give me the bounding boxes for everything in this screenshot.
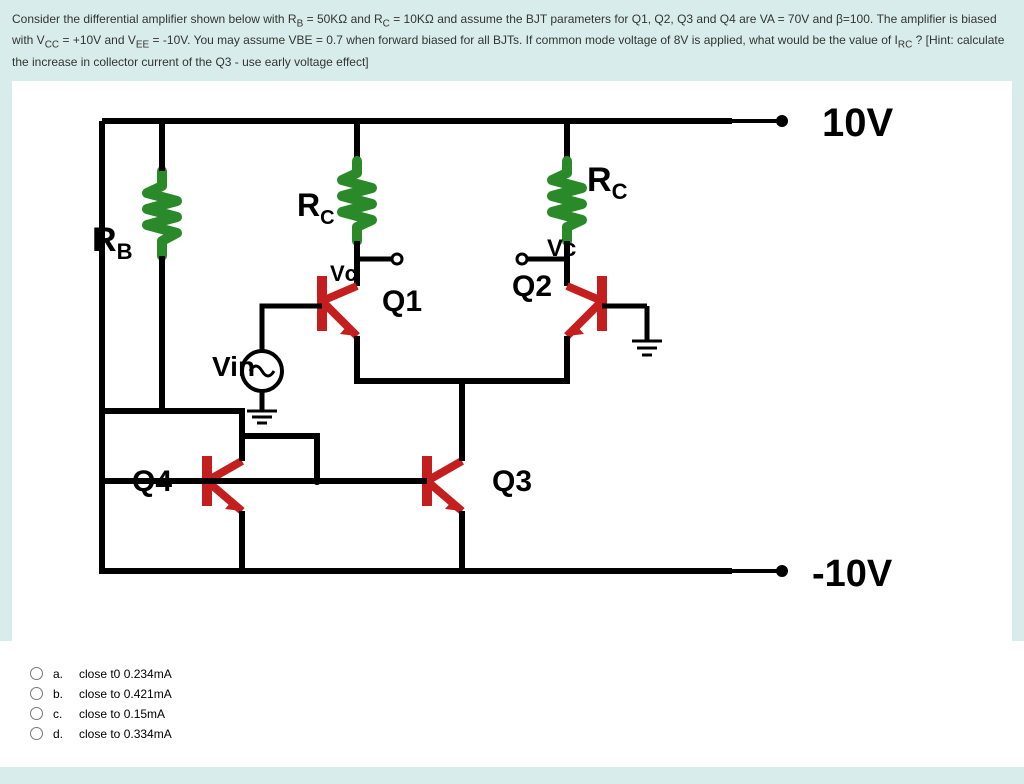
qtext-irc-sub: RC bbox=[898, 40, 912, 51]
label-vc-right: Vc bbox=[547, 235, 576, 262]
option-d-text: close to 0.334mA bbox=[79, 727, 172, 741]
radio-c[interactable] bbox=[30, 707, 43, 720]
option-b-text: close to 0.421mA bbox=[79, 687, 172, 701]
option-b[interactable]: b. close to 0.421mA bbox=[30, 687, 994, 701]
label-q3: Q3 bbox=[492, 465, 532, 498]
transistor-q3 bbox=[427, 456, 462, 511]
option-a-letter: a. bbox=[53, 667, 67, 681]
qtext-1: Consider the differential amplifier show… bbox=[12, 12, 297, 26]
qtext-5: = -10V. You may assume VBE = 0.7 when fo… bbox=[149, 33, 898, 47]
answer-options: a. close t0 0.234mA b. close to 0.421mA … bbox=[0, 641, 1024, 767]
transistor-q2 bbox=[567, 276, 647, 336]
label-vin: Vin bbox=[212, 351, 255, 382]
qtext-rc-sub: C bbox=[383, 18, 390, 29]
option-a[interactable]: a. close t0 0.234mA bbox=[30, 667, 994, 681]
circuit-diagram: 10V RB RC Vc RC Vc Q1 bbox=[12, 81, 1012, 641]
radio-d[interactable] bbox=[30, 727, 43, 740]
label-rc-right: RC bbox=[587, 161, 628, 204]
option-b-letter: b. bbox=[53, 687, 67, 701]
option-d[interactable]: d. close to 0.334mA bbox=[30, 727, 994, 741]
label-vc-left: Vc bbox=[330, 261, 357, 286]
option-c[interactable]: c. close to 0.15mA bbox=[30, 707, 994, 721]
option-c-letter: c. bbox=[53, 707, 67, 721]
qtext-2: = 50KΩ and R bbox=[303, 12, 382, 26]
option-a-text: close t0 0.234mA bbox=[79, 667, 172, 681]
label-q1: Q1 bbox=[382, 285, 422, 318]
option-d-letter: d. bbox=[53, 727, 67, 741]
label-rb: RB bbox=[92, 221, 132, 264]
label-vcc: 10V bbox=[822, 101, 893, 145]
radio-a[interactable] bbox=[30, 667, 43, 680]
label-q2: Q2 bbox=[512, 270, 552, 303]
option-c-text: close to 0.15mA bbox=[79, 707, 165, 721]
qtext-vcc-sub: CC bbox=[45, 40, 59, 51]
label-rc-left: RC bbox=[297, 187, 335, 229]
question-prompt: Consider the differential amplifier show… bbox=[0, 0, 1024, 81]
qtext-vee-sub: EE bbox=[136, 40, 149, 51]
circuit-svg: 10V RB RC Vc RC Vc Q1 bbox=[12, 81, 1012, 641]
radio-b[interactable] bbox=[30, 687, 43, 700]
label-vee: -10V bbox=[812, 553, 893, 595]
qtext-4: = +10V and V bbox=[59, 33, 136, 47]
